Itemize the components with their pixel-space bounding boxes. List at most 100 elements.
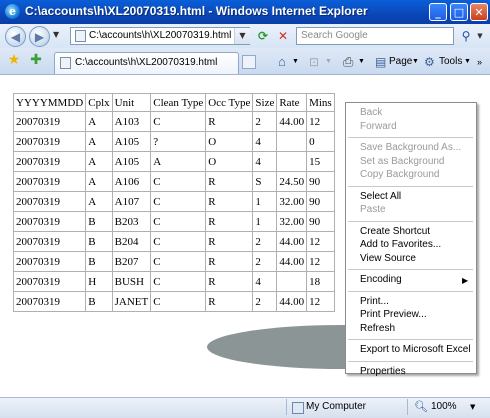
table-cell: 20070319 [12, 271, 87, 292]
table-cell: 44.00 [276, 231, 308, 252]
address-input[interactable]: C:\accounts\h\XL20070319.html [89, 30, 231, 41]
refresh-icon[interactable]: ⟳ [255, 28, 271, 44]
menu-item-encoding[interactable]: Encoding [360, 274, 402, 285]
menu-item-paste: Paste [360, 204, 386, 215]
table-cell: 20070319 [12, 251, 87, 272]
menu-item-set-as-background: Set as Background [360, 155, 445, 167]
status-divider [286, 399, 287, 415]
menu-item-refresh[interactable]: Refresh [360, 323, 395, 334]
search-box[interactable]: Search Google [296, 27, 454, 45]
table-cell: 44.00 [276, 111, 308, 132]
minimize-button[interactable]: _ [429, 3, 447, 21]
menu-item-view-source[interactable]: View Source [360, 253, 416, 264]
table-cell: A107 [111, 191, 152, 212]
table-cell: ? [150, 131, 207, 152]
security-zone-label: My Computer [306, 401, 367, 412]
page-menu-dropdown[interactable]: ▼ [412, 54, 419, 70]
table-cell [276, 131, 308, 152]
table-cell: 90 [306, 211, 335, 232]
table-cell: 2 [252, 111, 278, 132]
menu-item-print-preview[interactable]: Print Preview... [360, 309, 427, 320]
table-cell: 24.50 [276, 171, 308, 192]
table-cell: 20070319 [12, 151, 87, 172]
recent-pages-dropdown[interactable]: ▼ [53, 30, 59, 39]
menu-item-export-to-microsoft-excel[interactable]: Export to Microsoft Excel [360, 344, 471, 355]
zoom-icon[interactable]: 🔍︎ [414, 400, 428, 413]
table-cell [276, 151, 308, 172]
table-cell: 12 [306, 111, 335, 132]
table-cell: R [205, 111, 254, 132]
context-menu: Back Forward Save Background As... Set as B… [345, 102, 477, 377]
tools-menu-dropdown[interactable]: ▼ [464, 54, 471, 70]
table-cell: H [85, 271, 113, 292]
address-dropdown-button[interactable]: ▼ [234, 28, 250, 44]
table-cell: 20070319 [12, 211, 87, 232]
table-cell: 20070319 [12, 171, 87, 192]
table-cell: A [85, 171, 113, 192]
table-header-row: YYYYMMDD Cplx Unit Clean Type Occ Type Size Ra… [12, 93, 335, 112]
table-cell: 90 [306, 171, 335, 192]
table-cell: 20070319 [12, 291, 87, 312]
zoom-level[interactable]: 100% [431, 401, 457, 412]
tools-menu-button[interactable]: Tools [439, 54, 462, 70]
menu-item-properties[interactable]: Properties [360, 366, 406, 377]
forward-button[interactable]: ▶ [29, 26, 50, 47]
table-cell: B203 [111, 211, 152, 232]
address-bar[interactable]: C:\accounts\h\XL20070319.html ▼ [70, 27, 250, 45]
menu-item-select-all[interactable]: Select All [360, 191, 401, 202]
forward-arrow-icon: ▶ [34, 30, 45, 44]
search-options-dropdown[interactable]: ▼ [475, 27, 485, 45]
table-cell: A [85, 131, 113, 152]
printer-icon[interactable]: ⎙ [343, 54, 353, 70]
window-title: C:\accounts\h\XL20070319.html - Windows … [25, 4, 368, 18]
search-icon[interactable]: ⚲ [458, 27, 474, 45]
feeds-icon[interactable]: ⊡ [309, 54, 319, 70]
column-header: Clean Type [150, 93, 207, 112]
close-button[interactable]: ✕ [470, 3, 488, 21]
menu-item-create-shortcut[interactable]: Create Shortcut [360, 226, 430, 237]
home-dropdown[interactable]: ▼ [292, 54, 299, 70]
new-tab-button[interactable] [242, 55, 256, 69]
table-cell: A105 [111, 151, 152, 172]
zoom-dropdown[interactable]: ▼ [470, 403, 475, 411]
table-cell: A106 [111, 171, 152, 192]
table-cell: C [150, 211, 207, 232]
table-cell: A [85, 191, 113, 212]
menu-separator [348, 269, 473, 270]
search-input[interactable]: Search Google [301, 30, 368, 41]
chevron-more-icon[interactable]: » [477, 54, 482, 70]
ie-logo-icon: e [5, 4, 20, 19]
data-table: YYYYMMDD Cplx Unit Clean Type Occ Type Size Ra… [12, 93, 335, 312]
menu-item-print[interactable]: Print... [360, 296, 389, 307]
home-icon[interactable]: ⌂ [278, 54, 286, 70]
table-cell: 20070319 [12, 111, 87, 132]
table-cell: R [205, 211, 254, 232]
table-cell: 1 [252, 191, 278, 212]
table-cell: C [150, 171, 207, 192]
stop-icon[interactable]: ✕ [275, 28, 291, 44]
add-favorites-icon[interactable]: ✚ [28, 52, 44, 68]
menu-separator [348, 137, 473, 138]
tab-current[interactable]: C:\accounts\h\XL20070319.html [54, 52, 239, 74]
page-menu-button[interactable]: Page [389, 54, 412, 70]
tools-gear-icon[interactable]: ⚙ [424, 54, 435, 70]
maximize-button[interactable]: □ [450, 3, 468, 21]
table-cell: C [150, 271, 207, 292]
table-cell: A105 [111, 131, 152, 152]
page-icon [60, 57, 71, 69]
status-divider [407, 399, 408, 415]
menu-separator [348, 185, 473, 187]
print-dropdown[interactable]: ▼ [358, 54, 365, 70]
table-cell: 12 [306, 231, 335, 252]
feeds-dropdown[interactable]: ▼ [325, 54, 332, 70]
favorites-star-icon[interactable]: ★ [6, 52, 22, 68]
table-cell: R [205, 291, 254, 312]
table-cell: A [85, 151, 113, 172]
column-header: Mins [306, 93, 335, 112]
table-cell: R [205, 231, 254, 252]
back-button[interactable]: ◀ [5, 26, 26, 47]
tab-label: C:\accounts\h\XL20070319.html [75, 57, 218, 68]
page-menu-icon[interactable]: ▤ [375, 54, 386, 70]
table-cell: 20070319 [12, 191, 87, 212]
menu-item-add-to-favorites[interactable]: Add to Favorites... [360, 239, 441, 250]
